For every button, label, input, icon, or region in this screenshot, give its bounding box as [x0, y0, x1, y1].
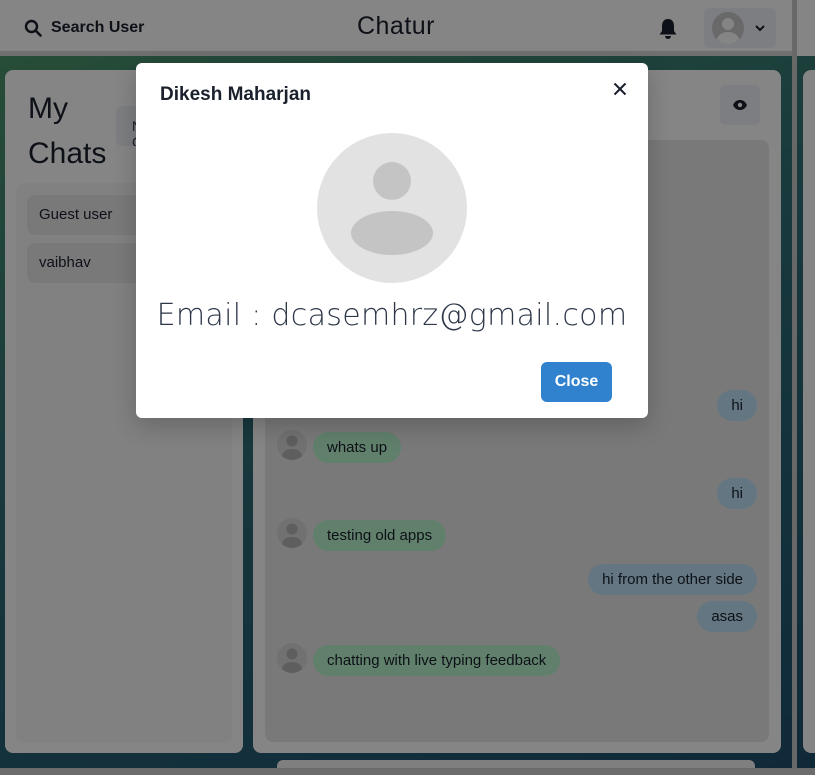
- close-button[interactable]: Close: [541, 362, 612, 402]
- modal-title: Dikesh Maharjan: [160, 84, 311, 105]
- profile-email: Email : dcasemhrz@gmail.com: [156, 298, 628, 333]
- close-icon: [613, 82, 627, 96]
- profile-avatar: [317, 133, 467, 283]
- modal-close-icon-button[interactable]: [608, 77, 632, 101]
- profile-modal: Dikesh Maharjan Email : dcasemhrz@gmail.…: [136, 63, 648, 418]
